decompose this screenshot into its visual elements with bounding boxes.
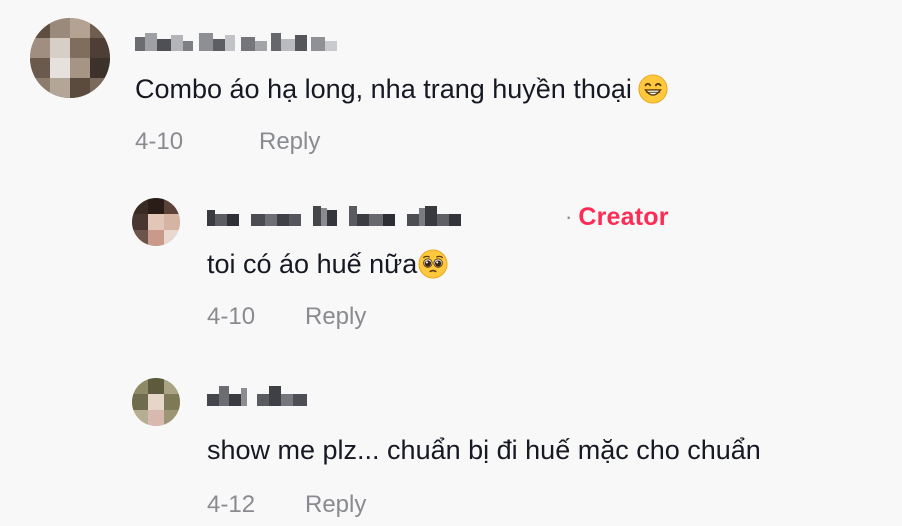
reply-button[interactable]: Reply — [259, 128, 320, 156]
comment-text: Combo áo hạ long, nha trang huyền thoại — [135, 72, 668, 106]
comment-date: 4-10 — [207, 303, 256, 330]
username-row: · Creator — [207, 202, 669, 232]
username-redacted[interactable] — [135, 29, 341, 57]
comment-meta: 4-10 Reply — [207, 303, 669, 331]
comment-item: Combo áo hạ long, nha trang huyền thoại … — [30, 18, 668, 156]
comment-meta: 4-10 Reply — [135, 128, 668, 156]
comment-date: 4-10 — [135, 128, 184, 155]
grinning-face-emoji — [638, 74, 668, 104]
username-redacted[interactable] — [207, 383, 325, 411]
comment-text: toi có áo huế nữa — [207, 247, 669, 281]
comment-body: show me plz... chuẩn bị đi huế mặc cho c… — [207, 382, 761, 519]
username-row — [207, 382, 761, 412]
avatar[interactable] — [132, 198, 180, 246]
comment-item: show me plz... chuẩn bị đi huế mặc cho c… — [132, 378, 761, 519]
comment-date: 4-12 — [207, 491, 256, 518]
comment-body: Combo áo hạ long, nha trang huyền thoại … — [135, 28, 668, 156]
comment-meta: 4-12 Reply — [207, 491, 761, 519]
username-redacted[interactable] — [207, 203, 561, 231]
comment-thread: Combo áo hạ long, nha trang huyền thoại … — [0, 0, 902, 526]
comment-text: show me plz... chuẩn bị đi huế mặc cho c… — [207, 435, 761, 465]
creator-badge: Creator — [578, 202, 669, 231]
comment-body: · Creator toi có áo huế nữa 4-10 Reply — [207, 202, 669, 331]
reply-button[interactable]: Reply — [305, 491, 366, 519]
comment-item: · Creator toi có áo huế nữa 4-10 Reply — [132, 198, 669, 331]
separator-dot: · — [565, 204, 573, 229]
avatar[interactable] — [132, 378, 180, 426]
pleading-face-emoji — [418, 249, 448, 279]
username-row — [135, 28, 668, 58]
reply-button[interactable]: Reply — [305, 303, 366, 331]
avatar[interactable] — [30, 18, 110, 98]
